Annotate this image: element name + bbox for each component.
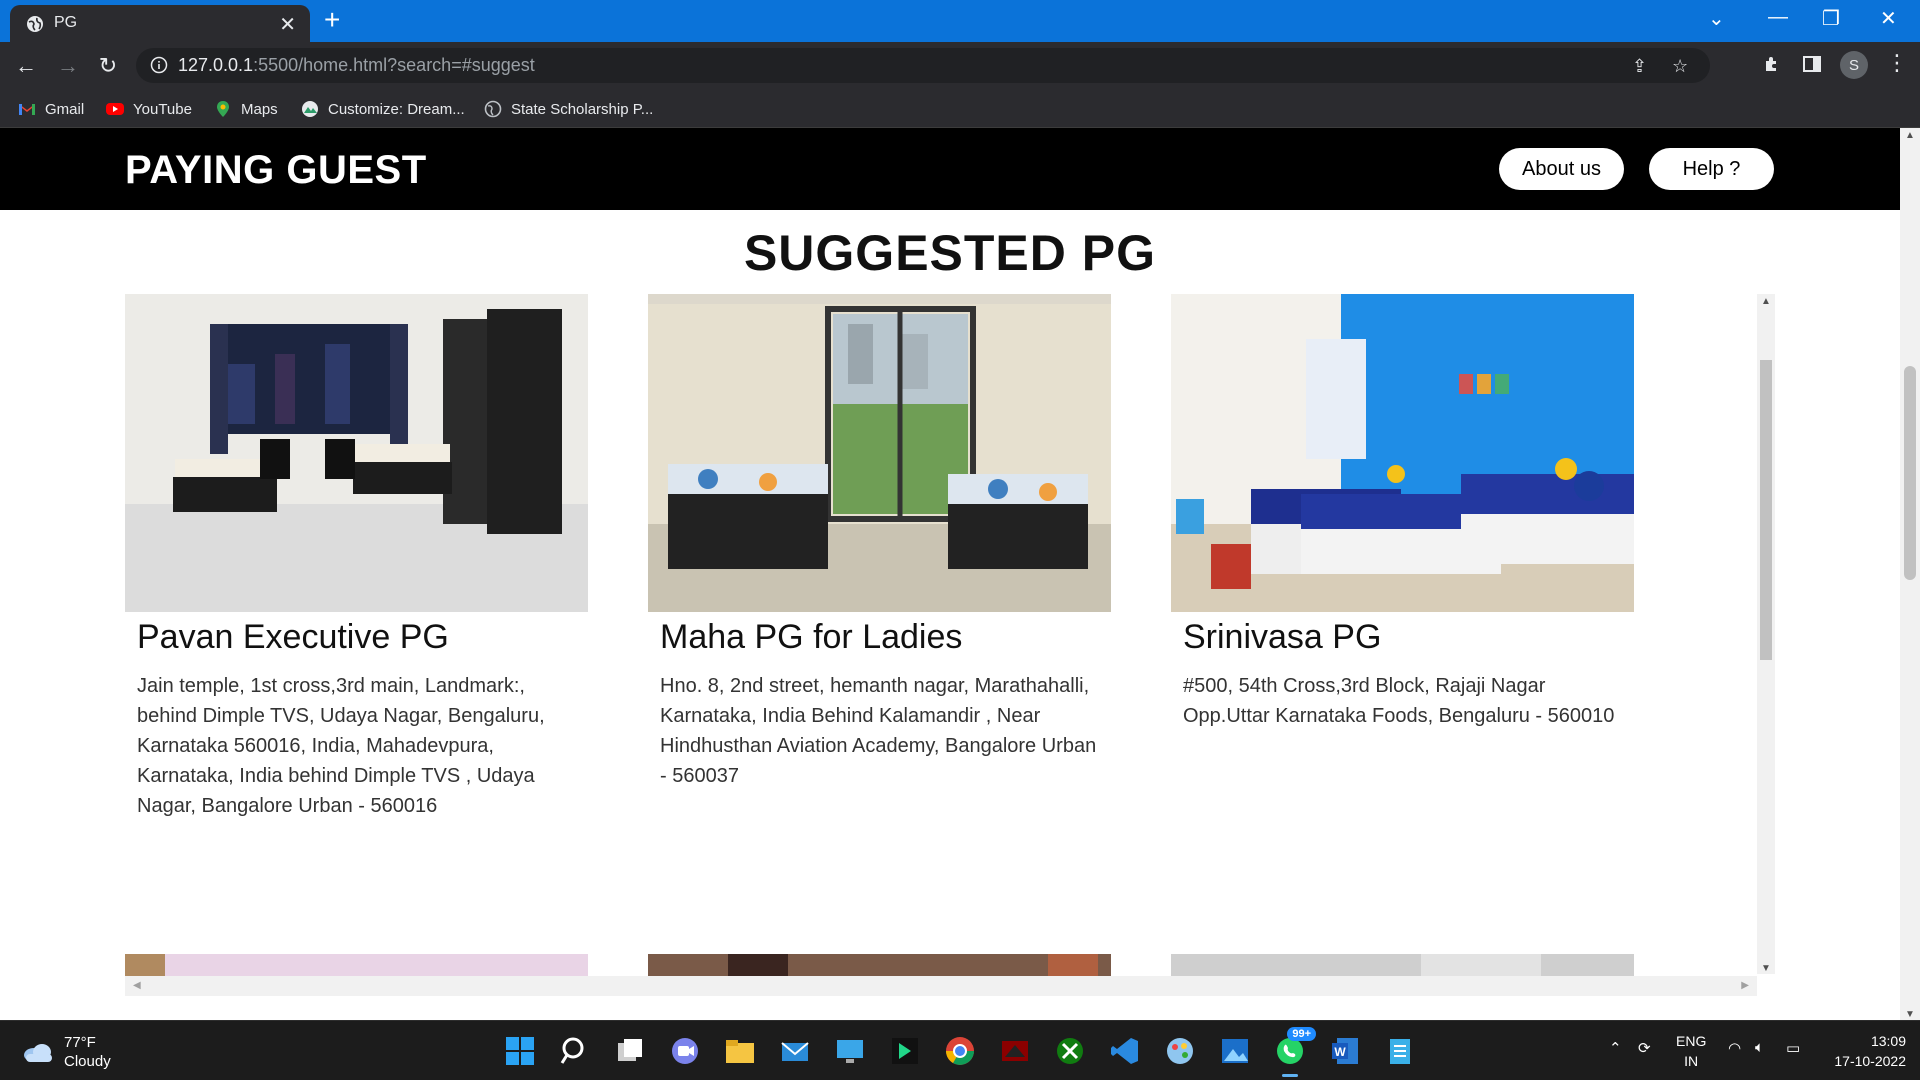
scroll-left-arrow-icon[interactable]: ◀ [133,980,141,991]
bookmark-youtube[interactable]: YouTube [106,97,192,121]
close-tab-icon[interactable]: ✕ [279,12,296,37]
system-clock[interactable]: 13:09 17-10-2022 [1826,1031,1906,1071]
svg-text:W: W [1334,1045,1346,1059]
weather-widget[interactable]: 77°F Cloudy [22,1033,111,1071]
pg-card[interactable]: Maha PG for Ladies Hno. 8, 2nd street, h… [648,294,1111,791]
pg-name[interactable]: Pavan Executive PG [137,618,588,657]
pg-card[interactable]: Pavan Executive PG Jain temple, 1st cros… [125,294,588,821]
back-button[interactable]: ← [10,50,42,82]
notification-badge: 99+ [1287,1027,1316,1041]
site-info-icon[interactable] [150,56,168,74]
page-vertical-scrollbar[interactable]: ▲ ▼ [1900,128,1920,1020]
section-title: SUGGESTED PG [743,225,1157,281]
gmail-icon [19,104,35,115]
taskbar: 77°F Cloudy 99+ W ⌃ ⟳ ENG IN ◠ 🔈︎ ▭ 13:0… [0,1020,1920,1080]
share-icon[interactable]: ⇪ [1632,56,1647,77]
pg-address: #500, 54th Cross,3rd Block, Rajaji Nagar… [1183,675,1615,727]
bookmark-customize[interactable]: Customize: Dream... [301,97,465,121]
web-page: PAYING GUEST About us Help ? SUGGESTED P… [0,128,1900,1020]
listing-horizontal-scrollbar[interactable]: ◀ ▶ [125,976,1757,996]
listing-vertical-scrollbar[interactable]: ▲ ▼ [1757,294,1775,974]
close-window-button[interactable]: ✕ [1880,6,1897,31]
browser-tab-strip: PG ✕ + ⌄ — ❐ ✕ [0,0,1920,42]
pg-photo[interactable] [648,294,1111,612]
scroll-down-arrow-icon[interactable]: ▼ [1761,963,1771,974]
scroll-up-arrow-icon[interactable]: ▲ [1905,130,1915,141]
task-view-icon[interactable] [614,1035,646,1067]
file-explorer-icon[interactable] [724,1035,756,1067]
tab-title: PG [54,14,78,31]
chevron-up-icon[interactable]: ⌃ [1609,1039,1622,1057]
pg-photo[interactable] [125,294,588,612]
site-header: PAYING GUEST About us Help ? [0,128,1900,210]
scroll-right-arrow-icon[interactable]: ▶ [1741,980,1749,991]
bookmarks-bar: Gmail YouTube Maps Customize: Dream... S… [0,89,1920,128]
start-icon[interactable] [504,1035,536,1067]
about-us-button[interactable]: About us [1499,148,1624,190]
volume-icon[interactable]: 🔈︎ [1755,1039,1764,1056]
weather-temperature: 77°F [64,1034,96,1051]
pg-address: Hno. 8, 2nd street, hemanth nagar, Marat… [660,675,1097,787]
xbox-icon[interactable] [1054,1035,1086,1067]
pg-photo[interactable] [1171,294,1634,612]
bookmark-star-icon[interactable]: ☆ [1672,56,1688,77]
game-app-icon[interactable] [999,1035,1031,1067]
word-icon[interactable]: W [1329,1035,1361,1067]
vscode-icon[interactable] [1109,1035,1141,1067]
bookmark-state-scholarship[interactable]: State Scholarship P... [484,97,653,121]
scroll-down-arrow-icon[interactable]: ▼ [1905,1009,1915,1020]
notepad-icon[interactable] [1384,1035,1416,1067]
paint-icon[interactable] [1164,1035,1196,1067]
customize-icon [302,101,318,117]
search-icon[interactable] [559,1035,591,1067]
help-button[interactable]: Help ? [1649,148,1774,190]
sync-icon[interactable]: ⟳ [1638,1039,1651,1057]
cloud-icon [24,1044,52,1062]
profile-avatar[interactable]: S [1840,51,1868,79]
forward-button[interactable]: → [52,50,84,82]
weather-condition: Cloudy [64,1053,111,1070]
scroll-up-arrow-icon[interactable]: ▲ [1761,296,1771,307]
photos-icon[interactable] [1219,1035,1251,1067]
youtube-icon [106,103,124,115]
language-indicator[interactable]: ENG IN [1676,1031,1706,1071]
minimize-button[interactable]: — [1768,6,1788,29]
teams-chat-icon[interactable] [669,1035,701,1067]
url-text: 127.0.0.1:5500/home.html?search=#suggest [178,55,535,75]
battery-icon[interactable]: ▭ [1786,1039,1800,1057]
bookmark-gmail[interactable]: Gmail [18,97,84,121]
scrollbar-thumb[interactable] [1760,360,1772,660]
restore-button[interactable]: ❐ [1822,6,1840,31]
reload-button[interactable]: ↻ [92,50,124,82]
pg-listing-grid[interactable]: Pavan Executive PG Jain temple, 1st cros… [125,294,1775,996]
pg-name[interactable]: Srinivasa PG [1183,618,1634,657]
mail-icon[interactable] [779,1035,811,1067]
browser-toolbar: ← → ↻ 127.0.0.1:5500/home.html?search=#s… [0,42,1920,89]
pg-card[interactable]: Srinivasa PG #500, 54th Cross,3rd Block,… [1171,294,1634,731]
globe-icon [27,16,43,32]
pg-name[interactable]: Maha PG for Ladies [660,618,1111,657]
chrome-icon[interactable] [944,1035,976,1067]
scrollbar-thumb[interactable] [1904,366,1916,580]
wifi-icon[interactable]: ◠ [1728,1039,1741,1057]
bookmark-maps[interactable]: Maps [214,97,278,121]
address-bar[interactable]: 127.0.0.1:5500/home.html?search=#suggest… [136,48,1710,83]
tab-search-icon[interactable]: ⌄ [1708,6,1725,31]
browser-tab[interactable]: PG ✕ [10,5,310,42]
pycharm-icon[interactable] [889,1035,921,1067]
globe-icon [484,100,502,118]
new-tab-button[interactable]: + [324,4,340,36]
whatsapp-icon[interactable]: 99+ [1274,1027,1316,1077]
maps-icon [217,101,229,117]
side-panel-icon[interactable] [1802,54,1822,74]
site-brand[interactable]: PAYING GUEST [125,148,427,193]
menu-icon[interactable]: ⋮ [1886,50,1908,76]
pg-address: Jain temple, 1st cross,3rd main, Landmar… [137,675,545,817]
extensions-icon[interactable] [1762,54,1782,74]
remote-desktop-icon[interactable] [834,1035,866,1067]
